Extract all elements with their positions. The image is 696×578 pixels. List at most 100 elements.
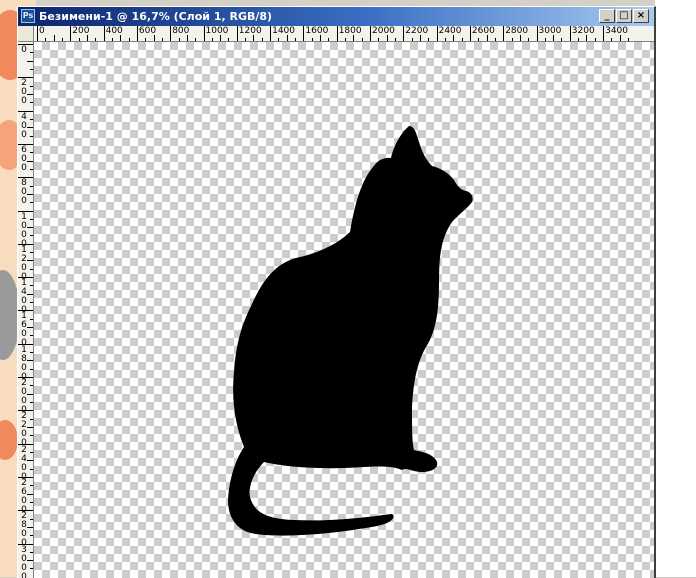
maximize-icon[interactable]: □	[616, 9, 632, 23]
ruler-minor-tick-h	[129, 38, 130, 41]
ruler-minor-tick-v	[30, 269, 33, 270]
ruler-label-h: 1200	[239, 26, 262, 36]
ruler-minor-tick-h	[120, 35, 121, 41]
ruler-minor-tick-h	[387, 35, 388, 41]
ruler-minor-tick-v	[27, 527, 33, 528]
ruler-minor-tick-h	[345, 38, 346, 41]
ruler-tick-h	[104, 26, 105, 41]
ruler-minor-tick-v	[30, 402, 33, 403]
ruler-label-v: 3 0 0 0	[20, 546, 28, 578]
ruler-label-h: 3200	[572, 26, 595, 36]
ruler-minor-tick-h	[420, 35, 421, 41]
ruler-minor-tick-v	[30, 219, 33, 220]
ruler-minor-tick-v	[27, 194, 33, 195]
ruler-tick-h	[70, 26, 71, 41]
ruler-minor-tick-h	[528, 38, 529, 41]
ruler-minor-tick-v	[27, 360, 33, 361]
ruler-minor-tick-h	[162, 38, 163, 41]
ruler-minor-tick-h	[495, 38, 496, 41]
ruler-minor-tick-h	[520, 35, 521, 41]
document-window[interactable]: Ps Безимени-1 @ 16,7% (Слой 1, RGB/8) _ …	[17, 6, 656, 578]
ruler-tick-h	[37, 26, 38, 41]
close-icon[interactable]: ×	[633, 9, 649, 23]
ruler-tick-h	[270, 26, 271, 41]
ruler-minor-tick-v	[30, 52, 33, 53]
ruler-minor-tick-v	[30, 419, 33, 420]
ruler-minor-tick-v	[30, 519, 33, 520]
ruler-minor-tick-v	[27, 427, 33, 428]
ruler-minor-tick-v	[30, 169, 33, 170]
ruler-minor-tick-v	[27, 494, 33, 495]
ruler-tick-h	[603, 26, 604, 41]
ruler-minor-tick-v	[30, 485, 33, 486]
ruler-minor-tick-h	[553, 35, 554, 41]
ruler-minor-tick-h	[320, 35, 321, 41]
ruler-minor-tick-h	[287, 35, 288, 41]
ruler-minor-tick-h	[253, 35, 254, 41]
ruler-minor-tick-h	[586, 35, 587, 41]
photoshop-icon: Ps	[21, 9, 35, 23]
ruler-minor-tick-v	[30, 319, 33, 320]
ruler-minor-tick-h	[412, 38, 413, 41]
ruler-minor-tick-h	[220, 35, 221, 41]
ruler-tick-h	[403, 26, 404, 41]
ruler-minor-tick-v	[30, 369, 33, 370]
ruler-minor-tick-v	[27, 161, 33, 162]
ruler-minor-tick-v	[30, 535, 33, 536]
ruler-minor-tick-v	[27, 560, 33, 561]
ruler-label-v: 0	[20, 46, 28, 55]
ruler-label-v: 6 0 0	[20, 146, 28, 173]
ruler-minor-tick-v	[27, 294, 33, 295]
ruler-tick-h	[537, 26, 538, 41]
title-bar[interactable]: Ps Безимени-1 @ 16,7% (Слой 1, RGB/8) _ …	[18, 7, 654, 26]
ruler-minor-tick-h	[145, 38, 146, 41]
vertical-ruler[interactable]: 02 0 04 0 06 0 08 0 01 0 0 01 2 0 01 4 0…	[18, 42, 34, 578]
ruler-minor-tick-v	[30, 202, 33, 203]
ruler-minor-tick-h	[195, 38, 196, 41]
ruler-minor-tick-h	[561, 38, 562, 41]
ruler-minor-tick-v	[27, 227, 33, 228]
ruler-minor-tick-h	[54, 35, 55, 41]
ruler-label-h: 2800	[505, 26, 528, 36]
canvas[interactable]	[34, 42, 654, 578]
ruler-minor-tick-v	[30, 452, 33, 453]
ruler-minor-tick-v	[27, 61, 33, 62]
ruler-tick-h	[503, 26, 504, 41]
ruler-minor-tick-v	[30, 136, 33, 137]
ruler-tick-h	[337, 26, 338, 41]
ruler-minor-tick-v	[30, 285, 33, 286]
ruler-minor-tick-v	[30, 69, 33, 70]
ruler-minor-tick-v	[30, 302, 33, 303]
ruler-minor-tick-h	[228, 38, 229, 41]
ruler-minor-tick-h	[187, 35, 188, 41]
ruler-minor-tick-v	[30, 235, 33, 236]
ruler-minor-tick-h	[445, 38, 446, 41]
ruler-minor-tick-h	[628, 38, 629, 41]
ruler-origin[interactable]	[18, 26, 34, 42]
ruler-label-h: 0	[39, 26, 45, 36]
ruler-minor-tick-v	[30, 102, 33, 103]
ruler-minor-tick-v	[30, 86, 33, 87]
ruler-minor-tick-h	[245, 38, 246, 41]
ruler-minor-tick-h	[478, 38, 479, 41]
ruler-minor-tick-h	[462, 38, 463, 41]
ruler-label-h: 3400	[605, 26, 628, 36]
ruler-minor-tick-v	[30, 186, 33, 187]
ruler-minor-tick-h	[595, 38, 596, 41]
ruler-label-h: 1800	[339, 26, 362, 36]
ruler-minor-tick-h	[87, 35, 88, 41]
ruler-minor-tick-h	[428, 38, 429, 41]
ruler-tick-h	[204, 26, 205, 41]
ruler-label-v: 8 0 0	[20, 179, 28, 206]
ruler-minor-tick-h	[45, 38, 46, 41]
ruler-minor-tick-v	[27, 127, 33, 128]
ruler-minor-tick-h	[79, 38, 80, 41]
minimize-icon[interactable]: _	[599, 9, 615, 23]
ruler-minor-tick-v	[30, 352, 33, 353]
ruler-tick-h	[137, 26, 138, 41]
ruler-minor-tick-h	[112, 38, 113, 41]
ruler-minor-tick-h	[95, 38, 96, 41]
ruler-minor-tick-h	[378, 38, 379, 41]
ruler-label-h: 1400	[272, 26, 295, 36]
horizontal-ruler[interactable]: 0200400600800100012001400160018002000220…	[34, 26, 654, 42]
